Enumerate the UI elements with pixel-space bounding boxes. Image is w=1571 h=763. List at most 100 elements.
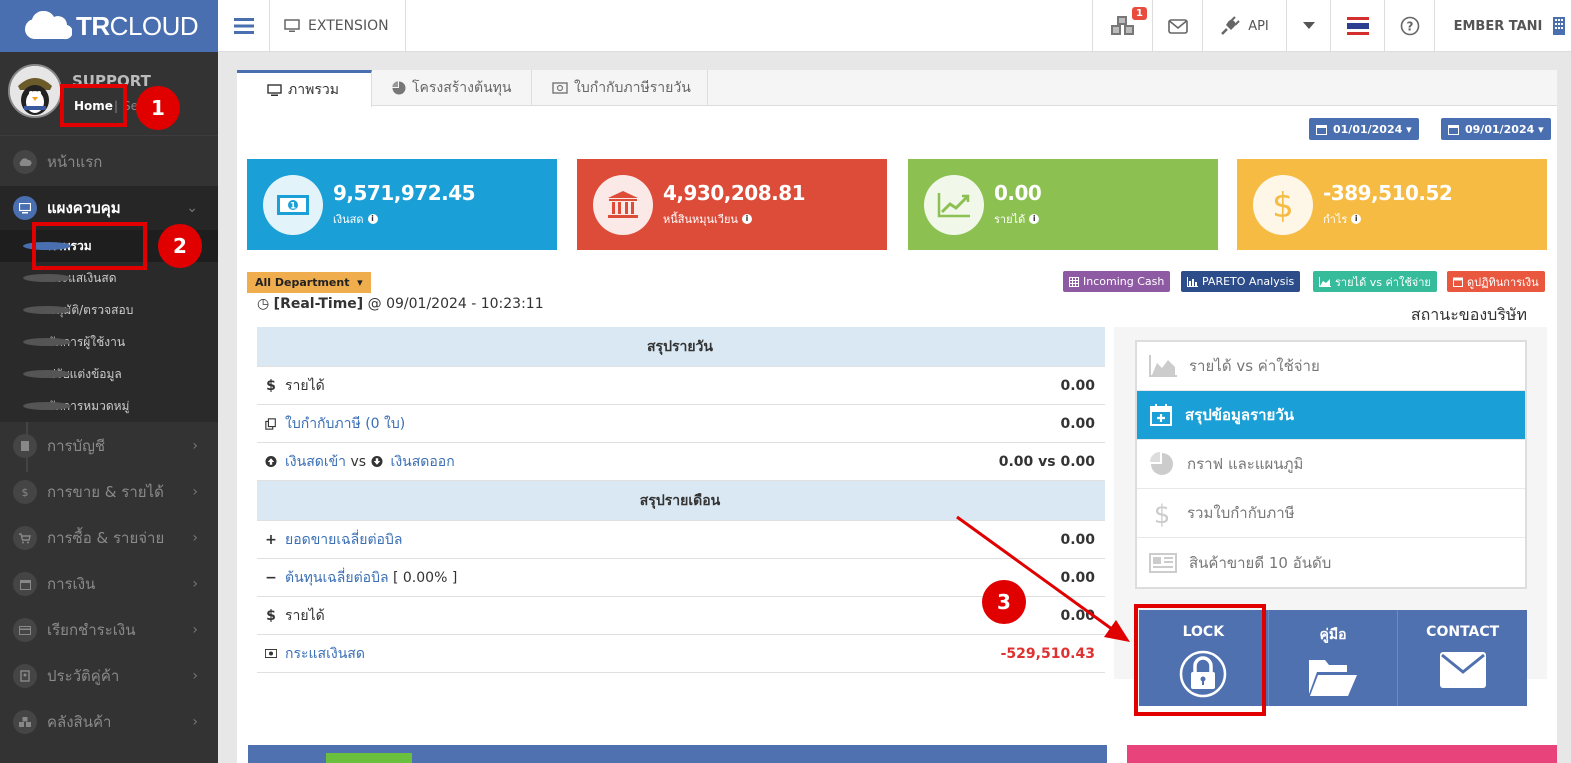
cash-in-link[interactable]: เงินสดเข้า: [285, 451, 346, 473]
company-status-list: รายได้ vs ค่าใช้จ่าย สรุปข้อมูลรายวัน กร…: [1135, 340, 1527, 589]
user-menu[interactable]: EMBER TANI: [1434, 0, 1571, 52]
row-value: 0.00: [1060, 415, 1095, 432]
table-row: กระแสเงินสด -529,510.43: [257, 635, 1105, 673]
tab-cost-structure[interactable]: โครงสร้างต้นทุน: [372, 70, 532, 106]
info-icon[interactable]: i: [1351, 214, 1362, 224]
calendar-plus-icon: [1150, 404, 1172, 426]
annotation-number-3: 3: [982, 580, 1026, 624]
sidebar-item-accounting[interactable]: การบัญชี ›: [0, 424, 218, 468]
section-header-text: สรุปรายวัน: [647, 338, 713, 355]
top-bar: TRCLOUD EXTENSION 1 API ? EMBER TANI: [0, 0, 1571, 52]
revenue-vs-expense-button[interactable]: รายได้ vs ค่าใช้จ่าย: [1313, 271, 1437, 292]
status-item-label: สินค้าขายดี 10 อันดับ: [1189, 553, 1332, 572]
dollar-icon: $: [1154, 500, 1171, 527]
sidebar-item-billing[interactable]: เรียกชำระเงิน ›: [0, 608, 218, 652]
status-item-label: รายได้ vs ค่าใช้จ่าย: [1189, 357, 1320, 375]
clock-icon: ◷: [257, 296, 270, 312]
submenu-item-users[interactable]: จัดการผู้ใช้งาน: [0, 326, 218, 358]
kpi-label: หนี้สินหมุนเวียน: [663, 213, 738, 226]
main-panel: ภาพรวม โครงสร้างต้นทุน ใบกำกับภาษีรายวัน…: [237, 70, 1557, 763]
avg-cost-link[interactable]: ต้นทุนเฉลี่ยต่อบิล: [285, 567, 389, 589]
table-row: − ต้นทุนเฉลี่ยต่อบิล [ 0.00% ] 0.00: [257, 559, 1105, 597]
department-dropdown[interactable]: All Department ▾: [247, 272, 371, 293]
kpi-label: รายได้: [994, 213, 1026, 226]
sidebar-item-sales[interactable]: $ การขาย & รายได้ ›: [0, 470, 218, 514]
tax-invoice-link[interactable]: ใบกำกับภาษี (0 ใบ): [285, 413, 405, 435]
extension-menu[interactable]: EXTENSION: [270, 0, 406, 52]
calendar-icon: [1453, 277, 1463, 287]
cubes-icon: [13, 710, 37, 734]
folder-open-icon: [1309, 660, 1357, 696]
sidebar-item-home[interactable]: หน้าแรก: [0, 140, 218, 184]
dropdown-button[interactable]: [1286, 0, 1330, 52]
tab-bar: ภาพรวม โครงสร้างต้นทุน ใบกำกับภาษีรายวัน: [237, 70, 1557, 107]
status-item-top-products[interactable]: สินค้าขายดี 10 อันดับ: [1137, 538, 1525, 587]
sidebar-item-finance[interactable]: การเงิน ›: [0, 562, 218, 606]
kpi-value: 9,571,972.45: [333, 181, 476, 205]
calendar-icon: [1316, 124, 1327, 135]
avatar[interactable]: [8, 64, 62, 118]
sidebar-item-partners[interactable]: ประวัติคู่ค้า ›: [0, 654, 218, 698]
api-button[interactable]: API: [1202, 0, 1286, 52]
tab-overview[interactable]: ภาพรวม: [237, 70, 372, 107]
kpi-value: 4,930,208.81: [663, 181, 806, 205]
kpi-card-revenue[interactable]: 0.00 รายได้ i: [908, 159, 1218, 250]
submenu-item-categories[interactable]: จัดการหมวดหมู่: [0, 390, 218, 422]
caret-down-icon: [1302, 22, 1315, 29]
submenu-item-approve[interactable]: อนุมัติ/ตรวจสอบ: [0, 294, 218, 326]
chevron-right-icon: ›: [192, 484, 198, 500]
bottom-panel-right: [1127, 745, 1557, 763]
contact-button[interactable]: CONTACT: [1398, 610, 1527, 706]
sidebar-item-label: ประวัติคู่ค้า: [47, 667, 120, 685]
finance-calendar-button[interactable]: ดูปฏิทินการเงิน: [1447, 271, 1545, 292]
menu-toggle-button[interactable]: [218, 0, 270, 52]
row-value: 0.00: [1060, 569, 1095, 586]
end-date-value: 09/01/2024: [1465, 122, 1535, 136]
button-label: Incoming Cash: [1083, 275, 1165, 288]
status-item-daily-summary[interactable]: สรุปข้อมูลรายวัน: [1137, 391, 1525, 440]
card-icon: [13, 618, 37, 642]
tab-daily-tax-invoice[interactable]: ใบกำกับภาษีรายวัน: [532, 70, 708, 106]
area-chart-icon: [1149, 355, 1177, 377]
info-icon[interactable]: i: [1029, 214, 1040, 224]
sidebar-item-inventory[interactable]: คลังสินค้า ›: [0, 700, 218, 744]
daily-summary-header: สรุปรายวัน: [257, 327, 1105, 367]
banknote-icon: [552, 82, 568, 94]
row-value: -529,510.43: [1000, 645, 1095, 662]
status-item-label: กราฟ และแผนภูมิ: [1187, 455, 1304, 473]
kpi-value: -389,510.52: [1323, 181, 1453, 205]
thai-flag-icon: [1346, 17, 1369, 35]
chevron-right-icon: ›: [192, 438, 198, 454]
book-icon: [13, 434, 37, 458]
pareto-analysis-button[interactable]: PARETO Analysis: [1181, 271, 1301, 292]
end-date-picker[interactable]: 09/01/2024 ▾: [1441, 118, 1551, 140]
company-status-title: สถานะของบริษัท: [1410, 305, 1527, 324]
banknote-icon: [265, 648, 277, 659]
status-item-tax-invoice-total[interactable]: $ รวมใบกำกับภาษี: [1137, 489, 1525, 538]
status-item-charts[interactable]: กราฟ และแผนภูมิ: [1137, 440, 1525, 489]
help-button[interactable]: ?: [1384, 0, 1434, 52]
arrow-circle-up-icon: [265, 455, 277, 468]
status-item-revenue-vs-expense[interactable]: รายได้ vs ค่าใช้จ่าย: [1137, 342, 1525, 391]
app-logo[interactable]: TRCLOUD: [0, 0, 218, 52]
cashflow-link[interactable]: กระแสเงินสด: [285, 643, 365, 665]
notification-button[interactable]: 1: [1092, 0, 1152, 52]
incoming-cash-button[interactable]: Incoming Cash: [1063, 271, 1171, 292]
cash-out-link[interactable]: เงินสดออก: [391, 451, 455, 473]
info-icon[interactable]: i: [741, 214, 752, 224]
submenu-item-settings[interactable]: ปรับแต่งข้อมูล: [0, 358, 218, 390]
kpi-card-profit[interactable]: $ -389,510.52 กำไร i: [1237, 159, 1547, 250]
info-icon[interactable]: i: [367, 214, 378, 224]
avg-sales-link[interactable]: ยอดขายเฉลี่ยต่อบิล: [285, 529, 402, 551]
mail-button[interactable]: [1152, 0, 1202, 52]
status-item-label: สรุปข้อมูลรายวัน: [1185, 406, 1295, 424]
table-row: ใบกำกับภาษี (0 ใบ) 0.00: [257, 405, 1105, 443]
sidebar-item-purchases[interactable]: การซื้อ & รายจ่าย ›: [0, 516, 218, 560]
kpi-card-liabilities[interactable]: 4,930,208.81 หนี้สินหมุนเวียน i: [577, 159, 887, 250]
language-button[interactable]: [1330, 0, 1384, 52]
banknote-icon: 1: [263, 174, 323, 235]
realtime-datetime: 09/01/2024 - 10:23:11: [386, 296, 544, 312]
start-date-picker[interactable]: 01/01/2024 ▾: [1309, 118, 1419, 140]
manual-button[interactable]: คู่มือ: [1269, 610, 1399, 706]
kpi-card-cash[interactable]: 1 9,571,972.45 เงินสด i: [247, 159, 557, 250]
